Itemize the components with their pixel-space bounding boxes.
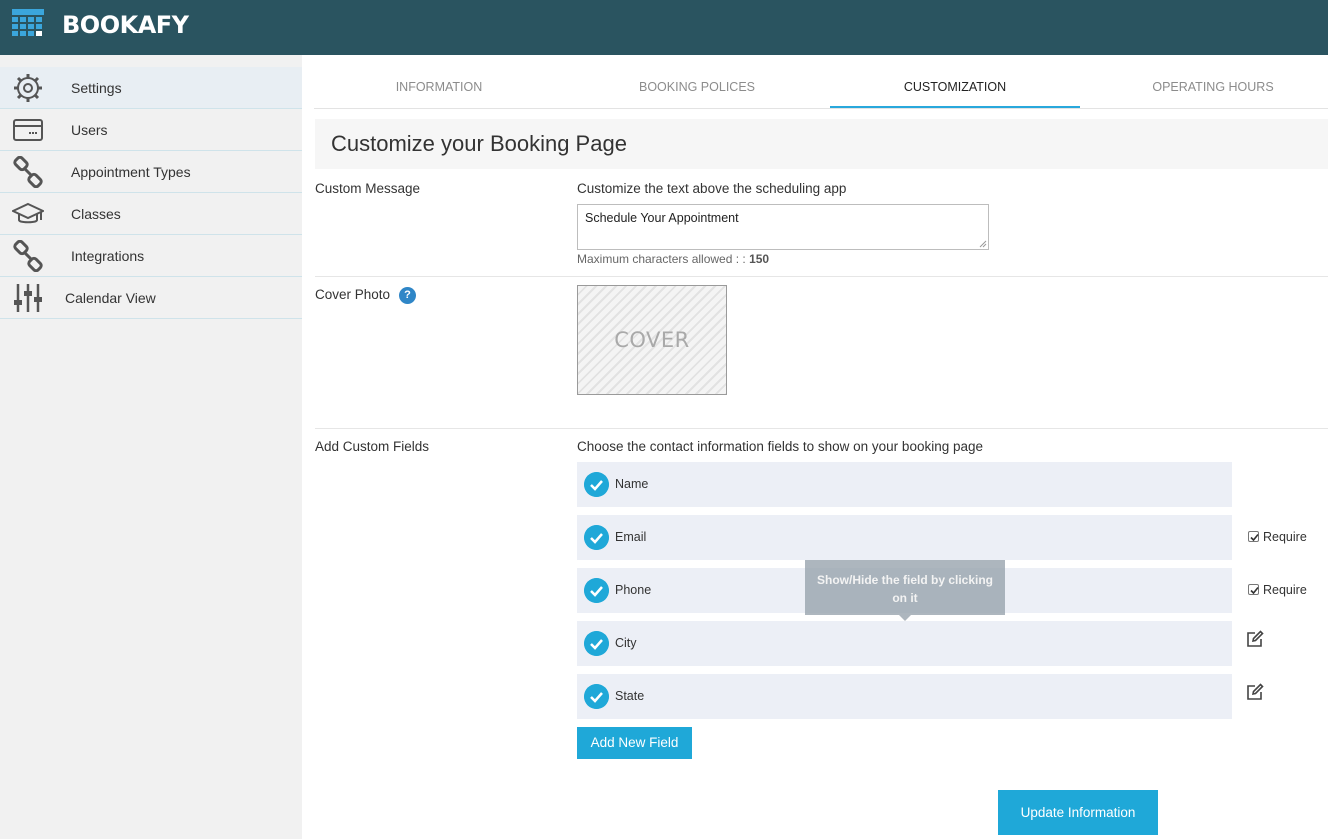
custom-message-value: Schedule Your Appointment: [585, 211, 739, 225]
cover-photo-upload[interactable]: COVER: [577, 285, 727, 395]
tab-customization[interactable]: CUSTOMIZATION: [830, 80, 1080, 94]
max-characters-note: Maximum characters allowed : : 150: [577, 252, 769, 266]
sidebar-item-users[interactable]: Users: [0, 109, 302, 151]
sidebar-item-integrations[interactable]: Integrations: [0, 235, 302, 277]
graduation-cap-icon: [12, 202, 44, 224]
email-require-checkbox[interactable]: Require: [1248, 530, 1307, 544]
edit-icon[interactable]: [1246, 683, 1264, 701]
sidebar-item-calendar-view[interactable]: Calendar View: [0, 277, 302, 319]
link-icon: [13, 156, 43, 188]
field-row-email[interactable]: Email: [577, 515, 1232, 560]
sidebar-item-label: Settings: [71, 80, 122, 96]
max-characters-text: Maximum characters allowed : :: [577, 252, 746, 266]
custom-message-textarea[interactable]: Schedule Your Appointment: [577, 204, 989, 250]
card-icon: [13, 119, 43, 141]
sliders-icon: [14, 284, 42, 312]
field-row-state[interactable]: State: [577, 674, 1232, 719]
sidebar-item-label: Classes: [71, 206, 121, 222]
sidebar-item-label: Integrations: [71, 248, 145, 264]
field-name: City: [615, 636, 637, 650]
custom-message-label: Custom Message: [315, 181, 421, 196]
check-circle-icon: [584, 525, 609, 550]
custom-message-description: Customize the text above the scheduling …: [577, 181, 847, 196]
tooltip-arrow: [899, 615, 911, 621]
tab-bar: INFORMATION BOOKING POLICES CUSTOMIZATIO…: [314, 67, 1328, 109]
phone-require-checkbox[interactable]: Require: [1248, 583, 1307, 597]
link-icon: [13, 240, 43, 272]
field-name: Phone: [615, 583, 652, 597]
checkbox-checked-icon[interactable]: [1248, 584, 1259, 595]
page-title: Customize your Booking Page: [331, 131, 627, 156]
check-circle-icon: [584, 631, 609, 656]
sidebar-item-settings[interactable]: Settings: [0, 67, 302, 109]
field-name: Name: [615, 477, 649, 491]
field-row-name[interactable]: Name: [577, 462, 1232, 507]
tab-information[interactable]: INFORMATION: [314, 80, 564, 94]
resize-grip-icon[interactable]: [979, 240, 987, 248]
require-label: Require: [1263, 583, 1307, 597]
max-characters-value: 150: [749, 252, 770, 266]
sidebar-item-label: Appointment Types: [71, 164, 191, 180]
sidebar-item-label: Users: [71, 122, 108, 138]
tab-operating-hours[interactable]: OPERATING HOURS: [1088, 80, 1328, 94]
section-divider: [315, 428, 1328, 429]
section-divider: [315, 276, 1328, 277]
check-circle-icon: [584, 684, 609, 709]
cover-placeholder-text: COVER: [614, 328, 690, 352]
calendar-grid-logo-icon: [12, 9, 44, 36]
gear-icon: [14, 74, 42, 102]
sidebar-item-label: Calendar View: [65, 290, 156, 306]
tab-booking-polices[interactable]: BOOKING POLICES: [572, 80, 822, 94]
field-name: Email: [615, 530, 647, 544]
sidebar: Settings Users Appointment Types Classes: [0, 55, 302, 839]
custom-fields-description: Choose the contact information fields to…: [577, 439, 984, 454]
sidebar-item-appointment-types[interactable]: Appointment Types: [0, 151, 302, 193]
help-icon[interactable]: ?: [399, 287, 416, 304]
brand-logo-text: BOOKAFY: [62, 11, 189, 39]
check-circle-icon: [584, 472, 609, 497]
add-new-field-button[interactable]: Add New Field: [577, 727, 692, 759]
top-bar: BOOKAFY: [0, 0, 1328, 55]
cover-photo-label: Cover Photo: [315, 287, 391, 302]
active-tab-indicator: [830, 106, 1080, 108]
edit-icon[interactable]: [1246, 630, 1264, 648]
checkbox-checked-icon[interactable]: [1248, 531, 1259, 542]
tooltip: Show/Hide the field by clicking on it: [805, 560, 1005, 615]
page-title-band: Customize your Booking Page: [315, 119, 1328, 169]
update-information-button[interactable]: Update Information: [998, 790, 1158, 835]
sidebar-item-classes[interactable]: Classes: [0, 193, 302, 235]
custom-fields-label: Add Custom Fields: [315, 439, 430, 454]
check-circle-icon: [584, 578, 609, 603]
field-name: State: [615, 689, 645, 703]
field-row-city[interactable]: City: [577, 621, 1232, 666]
require-label: Require: [1263, 530, 1307, 544]
